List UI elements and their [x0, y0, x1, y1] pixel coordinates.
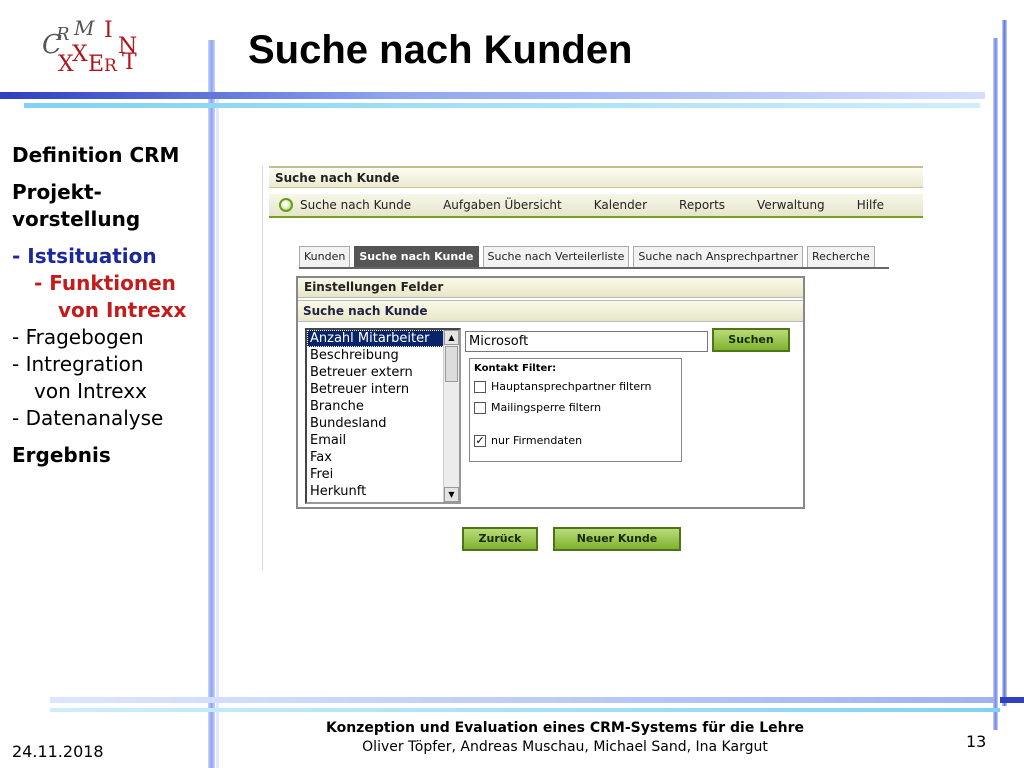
- slide-title: Suche nach Kunden: [248, 28, 633, 72]
- nav-item-reports[interactable]: Reports: [679, 198, 725, 212]
- list-item[interactable]: Branche: [307, 398, 445, 415]
- active-dot-icon: [279, 198, 293, 212]
- contact-filter-box: Kontakt Filter: Hauptansprechpartner fil…: [469, 358, 682, 462]
- outline-item-definition[interactable]: Definition CRM: [12, 142, 212, 169]
- tab-suche-verteilerliste[interactable]: Suche nach Verteilerliste: [482, 246, 630, 268]
- top-horizontal-bar-light: [24, 103, 980, 108]
- tab-underline: [299, 267, 889, 269]
- outline-item-projekt-cont[interactable]: vorstellung: [12, 206, 212, 233]
- back-button[interactable]: Zurück: [462, 527, 538, 551]
- list-item[interactable]: Bundesland: [307, 415, 445, 432]
- logo-letter: E: [88, 52, 105, 77]
- listbox-scrollbar[interactable]: ▲ ▼: [443, 330, 459, 502]
- nav-item-verwaltung[interactable]: Verwaltung: [757, 198, 825, 212]
- filter-label: Hauptansprechpartner filtern: [491, 380, 652, 393]
- tab-kunden[interactable]: Kunden: [299, 246, 351, 268]
- filter-row: Mailingsperre filtern: [474, 401, 677, 414]
- outline-item-istsituation[interactable]: - Istsituation: [12, 243, 212, 270]
- list-item[interactable]: Beschreibung: [307, 347, 445, 364]
- left-vertical-bar-light: [216, 92, 219, 768]
- checkbox-mailingsperre[interactable]: [474, 401, 486, 414]
- bottom-horizontal-bar: [50, 697, 994, 703]
- scroll-down-icon[interactable]: ▼: [444, 487, 459, 502]
- outline-item-integration-cont[interactable]: von Intrexx: [12, 378, 212, 405]
- filter-row: ✓ nur Firmendaten: [474, 434, 677, 447]
- outline-item-fragebogen[interactable]: - Fragebogen: [12, 324, 212, 351]
- panel-title: Einstellungen Felder: [298, 278, 803, 298]
- right-vertical-bar: [993, 38, 998, 730]
- filter-row: Hauptansprechpartner filtern: [474, 380, 677, 393]
- logo-letter: T: [122, 50, 137, 75]
- logo-letter: R: [104, 56, 117, 76]
- list-item[interactable]: Herkunft: [307, 483, 445, 500]
- nav-item-suche[interactable]: Suche nach Kunde: [300, 198, 411, 212]
- app-nav-bar: Suche nach Kunde Aufgaben Übersicht Kale…: [269, 194, 923, 218]
- new-customer-button[interactable]: Neuer Kunde: [553, 527, 681, 551]
- checkbox-nur-firmendaten[interactable]: ✓: [474, 434, 486, 447]
- crm-app-window: Suche nach Kunde Suche nach Kunde Aufgab…: [262, 166, 923, 570]
- field-listbox[interactable]: Anzahl Mitarbeiter Beschreibung Betreuer…: [305, 328, 461, 504]
- list-item[interactable]: Anzahl Mitarbeiter: [307, 330, 445, 347]
- filter-title: Kontakt Filter:: [474, 363, 557, 374]
- bottom-horizontal-bar-accent: [1000, 697, 1024, 703]
- list-item[interactable]: Betreuer extern: [307, 364, 445, 381]
- settings-panel: Einstellungen Felder Suche nach Kunde An…: [296, 276, 805, 509]
- logo-letter: I: [104, 18, 113, 43]
- logo-letter: R: [56, 24, 70, 45]
- logo-letter: M: [74, 16, 95, 40]
- tab-suche-nach-kunde[interactable]: Suche nach Kunde: [354, 246, 479, 268]
- checkbox-hauptansprechpartner[interactable]: [474, 380, 486, 393]
- outline-nav: Definition CRM Projekt- vorstellung - Is…: [12, 142, 212, 469]
- bottom-horizontal-bar-light: [50, 708, 1000, 712]
- footer-authors: Oliver Töpfer, Andreas Muschau, Michael …: [362, 739, 768, 755]
- outline-item-datenanalyse[interactable]: - Datenanalyse: [12, 405, 212, 432]
- scroll-up-icon[interactable]: ▲: [444, 330, 459, 345]
- tab-suche-ansprechpartner[interactable]: Suche nach Ansprechpartner: [633, 246, 803, 268]
- footer-date: 24.11.2018: [12, 742, 104, 761]
- logo-letter: X: [72, 42, 88, 67]
- filter-label: nur Firmendaten: [491, 434, 583, 447]
- top-horizontal-bar: [0, 92, 985, 99]
- outline-item-integration[interactable]: - Intregration: [12, 351, 212, 378]
- list-item[interactable]: Betreuer intern: [307, 381, 445, 398]
- tab-bar: Kunden Suche nach Kunde Suche nach Verte…: [299, 246, 879, 268]
- outline-item-funktionen[interactable]: - Funktionen: [12, 270, 212, 297]
- list-item[interactable]: Frei: [307, 466, 445, 483]
- scroll-thumb[interactable]: [445, 346, 458, 382]
- panel-subtitle: Suche nach Kunde: [298, 300, 803, 322]
- list-item[interactable]: Email: [307, 432, 445, 449]
- nav-item-aufgaben[interactable]: Aufgaben Übersicht: [443, 198, 562, 212]
- outline-item-funktionen-cont[interactable]: von Intrexx: [12, 297, 212, 324]
- tab-recherche[interactable]: Recherche: [806, 246, 875, 268]
- nav-item-kalender[interactable]: Kalender: [594, 198, 647, 212]
- outline-item-projekt[interactable]: Projekt-: [12, 179, 212, 206]
- outline-item-ergebnis[interactable]: Ergebnis: [12, 442, 212, 469]
- footer-title: Konzeption und Evaluation eines CRM-Syst…: [325, 720, 805, 736]
- nav-item-hilfe[interactable]: Hilfe: [857, 198, 884, 212]
- page-number: 13: [966, 732, 987, 751]
- list-item[interactable]: Fax: [307, 449, 445, 466]
- crm-inxert-logo: C R M I N X X E R T: [40, 14, 160, 84]
- right-vertical-bar-outer: [1002, 20, 1007, 706]
- search-button[interactable]: Suchen: [712, 328, 790, 352]
- app-header-title: Suche nach Kunde: [269, 166, 923, 188]
- search-input[interactable]: [465, 331, 708, 352]
- filter-label: Mailingsperre filtern: [491, 401, 602, 414]
